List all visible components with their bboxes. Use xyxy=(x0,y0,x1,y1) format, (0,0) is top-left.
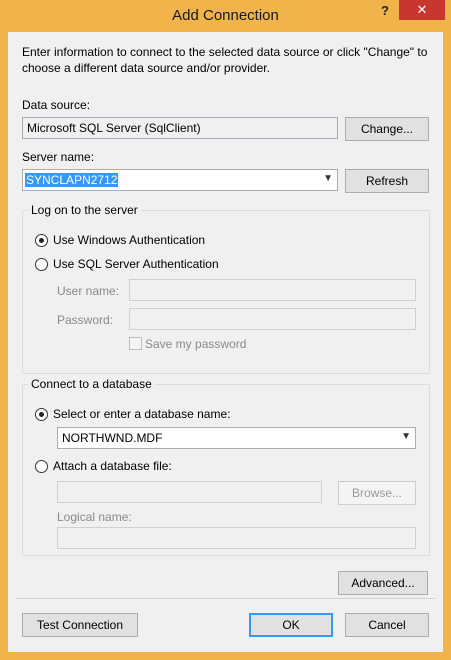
intro-text: Enter information to connect to the sele… xyxy=(22,45,428,75)
username-field xyxy=(129,279,416,301)
data-source-field: Microsoft SQL Server (SqlClient) xyxy=(22,117,338,139)
close-icon[interactable]: ✕ xyxy=(399,0,445,20)
test-connection-button[interactable]: Test Connection xyxy=(22,613,138,637)
chevron-down-icon[interactable]: ▼ xyxy=(401,431,411,442)
server-name-combobox[interactable]: SYNCLAPN2712 ▼ xyxy=(22,169,338,191)
select-database-label[interactable]: Select or enter a database name: xyxy=(53,407,230,421)
browse-button: Browse... xyxy=(338,481,416,505)
logical-name-field xyxy=(57,527,416,549)
chevron-down-icon[interactable]: ▼ xyxy=(323,173,333,184)
title-bar[interactable]: Add Connection ? ✕ xyxy=(0,0,451,32)
data-source-label: Data source: xyxy=(22,98,91,112)
save-password-checkbox xyxy=(129,337,142,350)
ok-button[interactable]: OK xyxy=(249,613,333,637)
server-name-label: Server name: xyxy=(22,150,95,164)
server-name-value: SYNCLAPN2712 xyxy=(25,173,119,187)
attach-file-field xyxy=(57,481,322,503)
logon-group-title: Log on to the server xyxy=(28,203,141,217)
database-group-title: Connect to a database xyxy=(28,377,155,391)
database-name-value: NORTHWND.MDF xyxy=(62,431,163,445)
username-label: User name: xyxy=(57,284,120,298)
save-password-label: Save my password xyxy=(145,337,247,351)
change-button[interactable]: Change... xyxy=(345,117,429,141)
cancel-button[interactable]: Cancel xyxy=(345,613,429,637)
windows-auth-label[interactable]: Use Windows Authentication xyxy=(53,233,205,247)
logical-name-label: Logical name: xyxy=(57,510,132,524)
help-icon[interactable]: ? xyxy=(372,0,398,22)
dialog-body: Enter information to connect to the sele… xyxy=(8,32,443,652)
footer-divider xyxy=(16,598,435,599)
attach-file-label[interactable]: Attach a database file: xyxy=(53,459,172,473)
advanced-button[interactable]: Advanced... xyxy=(338,571,428,595)
database-name-combobox[interactable]: NORTHWND.MDF ▼ xyxy=(57,427,416,449)
refresh-button[interactable]: Refresh xyxy=(345,169,429,193)
sql-auth-radio[interactable] xyxy=(35,258,48,271)
password-field xyxy=(129,308,416,330)
add-connection-window: Add Connection ? ✕ Enter information to … xyxy=(0,0,451,660)
select-database-radio[interactable] xyxy=(35,408,48,421)
attach-file-radio[interactable] xyxy=(35,460,48,473)
sql-auth-label[interactable]: Use SQL Server Authentication xyxy=(53,257,219,271)
windows-auth-radio[interactable] xyxy=(35,234,48,247)
password-label: Password: xyxy=(57,313,114,327)
